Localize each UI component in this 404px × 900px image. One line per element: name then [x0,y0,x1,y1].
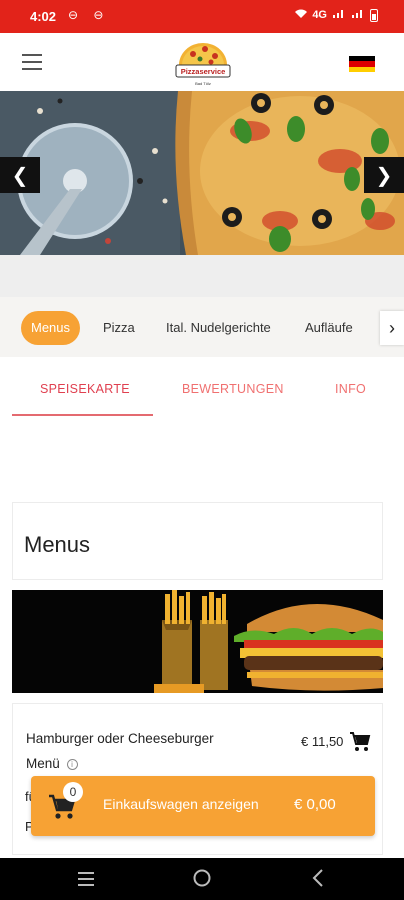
category-banner-image [12,590,383,693]
hero-next-button[interactable]: ❯ [364,157,404,193]
category-next-button[interactable]: › [380,311,404,345]
signal-icon-2 [351,8,365,22]
category-auflaeufe[interactable]: Aufläufe [305,311,353,345]
section-header-card: Menus [12,502,383,580]
tab-info[interactable]: INFO [335,382,366,396]
info-icon[interactable]: i [66,758,78,770]
back-icon[interactable] [311,868,325,890]
category-pizza[interactable]: Pizza [103,311,135,345]
menu-item-name-line2: Menü [26,756,60,771]
spacer-band [0,255,404,297]
menu-item-price: € 11,50 [301,734,344,749]
add-to-cart-icon[interactable] [349,732,371,752]
restaurant-logo[interactable]: Pizzaservice Bad Tölz [173,39,233,87]
system-navigation-bar [0,858,404,900]
hamburger-menu-icon[interactable] [22,54,42,70]
status-bar: 4:02 ⊖ ⊖ 4G [0,0,404,33]
hero-prev-button[interactable]: ❮ [0,157,40,193]
app-header: Pizzaservice Bad Tölz [0,33,404,91]
recent-apps-icon[interactable] [76,870,96,892]
tab-speisekarte[interactable]: SPEISEKARTE [40,382,130,396]
svg-text:Bad Tölz: Bad Tölz [195,81,211,86]
tab-bewertungen[interactable]: BEWERTUNGEN [182,382,284,396]
german-flag-icon[interactable] [349,56,375,72]
menu-item-name-line1: Hamburger oder Cheeseburger [26,731,214,746]
section-title: Menus [24,532,91,557]
menu-item-name: Hamburger oder Cheeseburger Menü i [26,726,236,776]
notification-icons: ⊖ ⊖ [68,8,110,22]
network-type: 4G [312,9,327,21]
category-nudelgerichte[interactable]: Ital. Nudelgerichte [166,311,271,345]
signal-icon [332,8,346,22]
category-menus[interactable]: Menus [21,311,81,345]
home-icon[interactable] [192,868,212,890]
active-tab-indicator [12,414,153,416]
cart-total: € 0,00 [294,796,336,813]
content-tabs: SPEISEKARTE BEWERTUNGEN INFO [0,370,404,416]
category-bar: Menus Pizza Ital. Nudelgerichte Aufläufe… [0,297,404,357]
hero-slider[interactable]: ❮ ❯ [0,91,404,255]
battery-icon [370,8,378,22]
status-time: 4:02 [30,9,57,24]
view-cart-label: Einkaufswagen anzeigen [103,796,259,812]
cart-count-badge: 0 [63,782,83,802]
svg-text:Pizzaservice: Pizzaservice [181,67,226,76]
status-right: 4G [295,8,378,22]
view-cart-button[interactable]: 0 Einkaufswagen anzeigen € 0,00 [31,776,375,836]
hero-image [0,91,404,255]
wifi-icon [295,9,308,22]
